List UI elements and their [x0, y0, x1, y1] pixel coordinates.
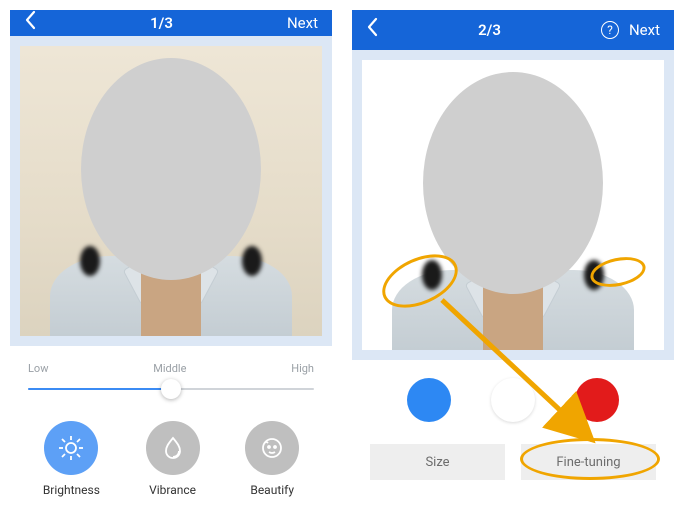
bg-color-white[interactable]: [491, 378, 535, 422]
vibrance-label: Vibrance: [149, 483, 196, 497]
face-placeholder: [423, 72, 603, 294]
screen-1-editor: 1/3 Next Low Middle High: [10, 10, 332, 500]
next-button[interactable]: Next: [287, 14, 318, 32]
slider-label-middle: Middle: [153, 362, 186, 375]
photo-preview: [20, 46, 322, 336]
size-button[interactable]: Size: [370, 444, 505, 480]
screen-2-background: 2/3 ? Next Size: [352, 10, 674, 500]
bg-color-red[interactable]: [575, 378, 619, 422]
slider-label-high: High: [291, 362, 314, 375]
help-icon[interactable]: ?: [601, 21, 619, 39]
next-button[interactable]: Next: [629, 21, 660, 39]
beautify-option[interactable]: Beautify: [245, 421, 299, 497]
photo-preview: [362, 60, 664, 350]
brightness-icon: [44, 421, 98, 475]
brightness-option[interactable]: Brightness: [43, 421, 100, 497]
header: 1/3 Next: [10, 10, 332, 36]
adjustment-row: Brightness Vibrance Beautif: [10, 407, 332, 509]
header: 2/3 ? Next: [352, 10, 674, 50]
beautify-label: Beautify: [250, 483, 294, 497]
slider-label-low: Low: [28, 362, 48, 375]
step-indicator: 1/3: [36, 14, 287, 32]
slider-section: Low Middle High: [10, 346, 332, 407]
fine-tuning-button[interactable]: Fine-tuning: [521, 444, 656, 480]
beautify-icon: [245, 421, 299, 475]
vibrance-option[interactable]: Vibrance: [146, 421, 200, 497]
face-placeholder: [81, 58, 261, 280]
slider-thumb[interactable]: [161, 379, 181, 399]
back-icon[interactable]: [24, 10, 36, 36]
photo-container: [352, 50, 674, 360]
background-color-row: [352, 360, 674, 438]
back-icon[interactable]: [366, 17, 378, 43]
vibrance-icon: [146, 421, 200, 475]
step-indicator: 2/3: [378, 21, 601, 39]
bg-color-blue[interactable]: [407, 378, 451, 422]
action-row: Size Fine-tuning: [352, 438, 674, 486]
slider[interactable]: [28, 381, 314, 397]
photo-container: [10, 36, 332, 346]
brightness-label: Brightness: [43, 483, 100, 497]
